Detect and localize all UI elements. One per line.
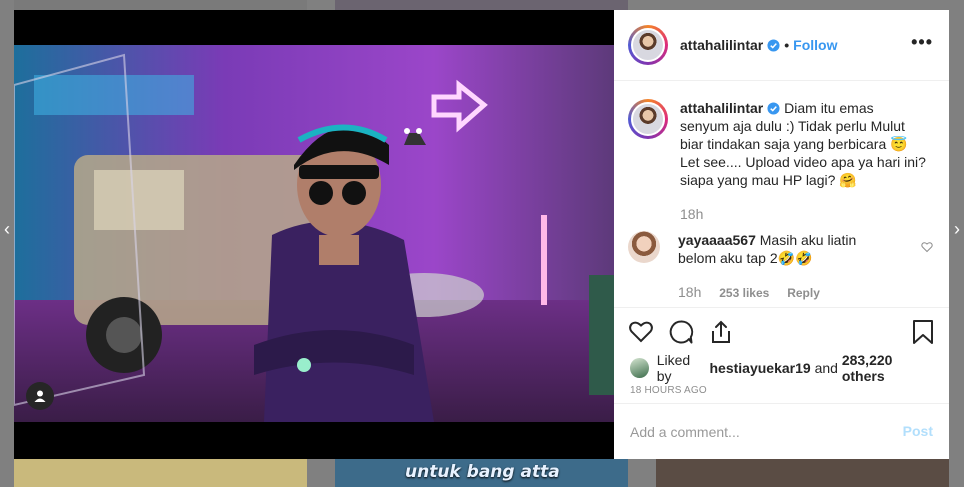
background-post-thumbnail[interactable]: [14, 459, 307, 487]
comment-like-heart-icon[interactable]: [921, 241, 933, 253]
caption-author-avatar-image: [631, 102, 665, 136]
separator-dot: •: [784, 37, 790, 53]
likes-others[interactable]: 283,220 others: [842, 352, 933, 384]
heart-icon[interactable]: [628, 319, 654, 345]
post-timestamp[interactable]: 18 HOURS AGO: [614, 381, 949, 403]
likes-prefix: Liked by: [656, 352, 691, 384]
liker-avatar[interactable]: [630, 358, 649, 378]
user-tag-button[interactable]: [26, 382, 54, 410]
add-comment-bar: Post: [614, 403, 949, 459]
author-avatar[interactable]: [628, 25, 668, 65]
caption-username[interactable]: attahalilintar: [680, 100, 763, 116]
background-post-thumbnail[interactable]: [14, 0, 307, 10]
comment-text: Masih aku liatin: [759, 232, 857, 248]
caption-text-line: biar tindakan saja yang berbicara 😇: [680, 136, 908, 152]
user-tag-icon: [34, 390, 46, 402]
post-comment-button[interactable]: Post: [903, 423, 933, 439]
comment-item: yayaaaa567 Masih aku liatin belom aku ta…: [628, 231, 933, 302]
background-post-thumbnail[interactable]: [656, 459, 949, 487]
share-icon[interactable]: [708, 319, 734, 345]
more-options-button[interactable]: •••: [911, 32, 933, 53]
commenter-username[interactable]: yayaaaa567: [678, 232, 756, 248]
caption-text-line: senyum aja dulu :) Tidak perlu Mulut: [680, 118, 905, 134]
comment-text: belom aku tap 2🤣🤣: [678, 250, 813, 266]
background-post-thumbnail[interactable]: [335, 0, 628, 10]
comment-body: yayaaaa567 Masih aku liatin belom aku ta…: [678, 231, 856, 302]
commenter-avatar[interactable]: [628, 231, 660, 263]
comment-age[interactable]: 18h: [678, 284, 701, 300]
previous-post-arrow[interactable]: ‹: [0, 214, 14, 244]
caption-age[interactable]: 18h: [680, 206, 703, 222]
caption-text-line: Let see.... Upload video apa ya hari ini…: [680, 154, 926, 170]
author-username[interactable]: attahalilintar: [680, 37, 763, 53]
post-modal: attahalilintar • Follow ••• attahalilintar…: [14, 10, 949, 459]
post-side-panel: attahalilintar • Follow ••• attahalilintar…: [614, 10, 949, 459]
caption-meta: 18h: [680, 205, 926, 223]
comment-meta: 18h 253 likes Reply: [678, 283, 856, 302]
verified-badge-icon: [767, 102, 780, 115]
likes-summary: Liked by hestiayuekar19 and 283,220 othe…: [614, 352, 949, 384]
header-user-row: attahalilintar • Follow: [680, 37, 837, 53]
liker-username[interactable]: hestiayuekar19: [710, 360, 811, 376]
caption-author-avatar[interactable]: [628, 99, 668, 139]
comments-list[interactable]: attahalilintar Diam itu emas senyum aja …: [614, 81, 949, 307]
photo-scene: [14, 45, 614, 422]
caption-text-line: Diam itu emas: [784, 100, 874, 116]
caption-comment: attahalilintar Diam itu emas senyum aja …: [628, 99, 933, 223]
post-actions-bar: [614, 307, 949, 355]
next-post-arrow[interactable]: ›: [950, 214, 964, 244]
post-photo[interactable]: [14, 45, 614, 422]
background-thumbnail-caption: untuk bang atta: [405, 462, 560, 482]
comment-likes[interactable]: 253 likes: [719, 286, 769, 300]
post-media: [14, 10, 614, 459]
likes-and: and: [814, 360, 838, 376]
bookmark-icon[interactable]: [911, 319, 935, 345]
author-avatar-image: [631, 28, 665, 62]
comment-icon[interactable]: [668, 319, 694, 345]
follow-button[interactable]: Follow: [793, 37, 837, 53]
post-header: attahalilintar • Follow •••: [614, 10, 949, 81]
caption-body: attahalilintar Diam itu emas senyum aja …: [680, 99, 926, 223]
reply-button[interactable]: Reply: [787, 286, 820, 300]
verified-badge-icon: [767, 39, 780, 52]
add-comment-input[interactable]: [630, 423, 890, 440]
caption-text-line: siapa yang mau HP lagi? 🤗: [680, 172, 857, 188]
